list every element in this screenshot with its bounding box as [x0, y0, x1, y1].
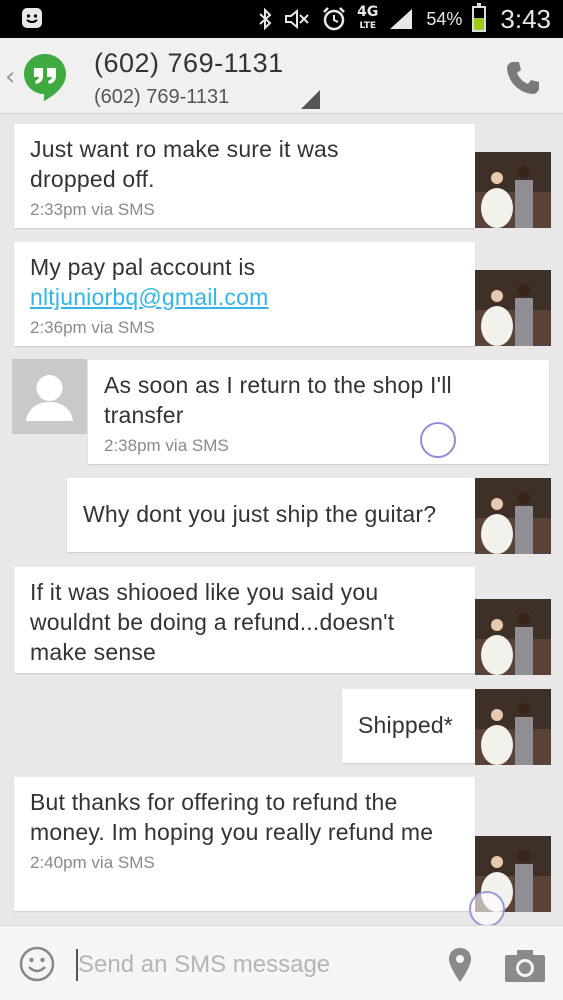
message-timestamp: 2:36pm via SMS — [30, 318, 155, 337]
emoji-icon[interactable] — [18, 945, 56, 983]
clock: 3:43 — [500, 3, 551, 34]
battery-icon — [472, 3, 487, 32]
bbm-icon — [22, 8, 42, 28]
phone-icon[interactable] — [503, 58, 543, 98]
conversation-header: ‹ (602) 769-1131 (602) 769-1131 — [0, 38, 563, 114]
default-avatar-icon — [26, 375, 73, 421]
sms-message-input[interactable] — [78, 946, 418, 984]
message-bubble[interactable]: Just want ro make sure it was dropped of… — [14, 124, 475, 228]
message-text: As soon as I return to the shop I'll tra… — [104, 372, 452, 428]
status-bar: 4G LTE 54% 3:43 — [0, 0, 563, 38]
network-lte-label: LTE — [359, 21, 377, 31]
message-bubble[interactable]: But thanks for offering to refund the mo… — [14, 777, 475, 911]
signal-icon — [390, 9, 413, 29]
message-text: Just want ro make sure it was dropped of… — [30, 136, 339, 192]
mute-icon — [285, 8, 309, 30]
compose-bar — [0, 925, 563, 1000]
message-list[interactable]: Just want ro make sure it was dropped of… — [0, 115, 563, 927]
contact-number: (602) 769-1131 — [94, 86, 230, 108]
message-text: My pay pal account is — [30, 254, 256, 280]
scroll-indicator-icon — [469, 891, 505, 927]
bluetooth-icon — [259, 7, 272, 31]
message-bubble[interactable]: If it was shiooed like you said you woul… — [14, 567, 475, 673]
network-type-label: 4G — [357, 4, 379, 20]
message-text: If it was shiooed like you said you woul… — [30, 579, 395, 665]
message-bubble[interactable]: Why dont you just ship the guitar? — [67, 478, 475, 552]
contact-photo[interactable] — [475, 478, 551, 554]
message-text: But thanks for offering to refund the mo… — [30, 789, 434, 845]
message-bubble[interactable]: Shipped* — [342, 689, 475, 763]
email-link[interactable]: nltjuniorbq@gmail.com — [30, 284, 268, 310]
message-timestamp: 2:38pm via SMS — [104, 436, 229, 455]
sending-spinner-icon — [420, 422, 456, 458]
lte-icon: 4G LTE — [357, 5, 378, 33]
contact-photo[interactable] — [475, 689, 551, 765]
location-pin-icon[interactable] — [446, 946, 474, 984]
message-bubble[interactable]: As soon as I return to the shop I'll tra… — [88, 360, 549, 464]
camera-icon[interactable] — [502, 946, 548, 984]
hangouts-icon[interactable] — [22, 52, 68, 102]
my-avatar — [12, 359, 87, 434]
number-dropdown-icon[interactable] — [301, 90, 320, 109]
message-text: Why dont you just ship the guitar? — [83, 501, 437, 527]
back-chevron-icon[interactable]: ‹ — [5, 62, 15, 92]
message-text: Shipped* — [358, 712, 453, 738]
contact-photo[interactable] — [475, 152, 551, 228]
contact-title: (602) 769-1131 — [94, 48, 284, 78]
contact-photo[interactable] — [475, 599, 551, 675]
message-bubble[interactable]: My pay pal account is nltjuniorbq@gmail.… — [14, 242, 475, 346]
message-timestamp: 2:33pm via SMS — [30, 200, 155, 219]
battery-percent: 54% — [426, 8, 463, 29]
battery-level — [474, 18, 485, 30]
contact-photo[interactable] — [475, 270, 551, 346]
alarm-icon — [323, 7, 346, 31]
message-timestamp: 2:40pm via SMS — [30, 853, 155, 872]
